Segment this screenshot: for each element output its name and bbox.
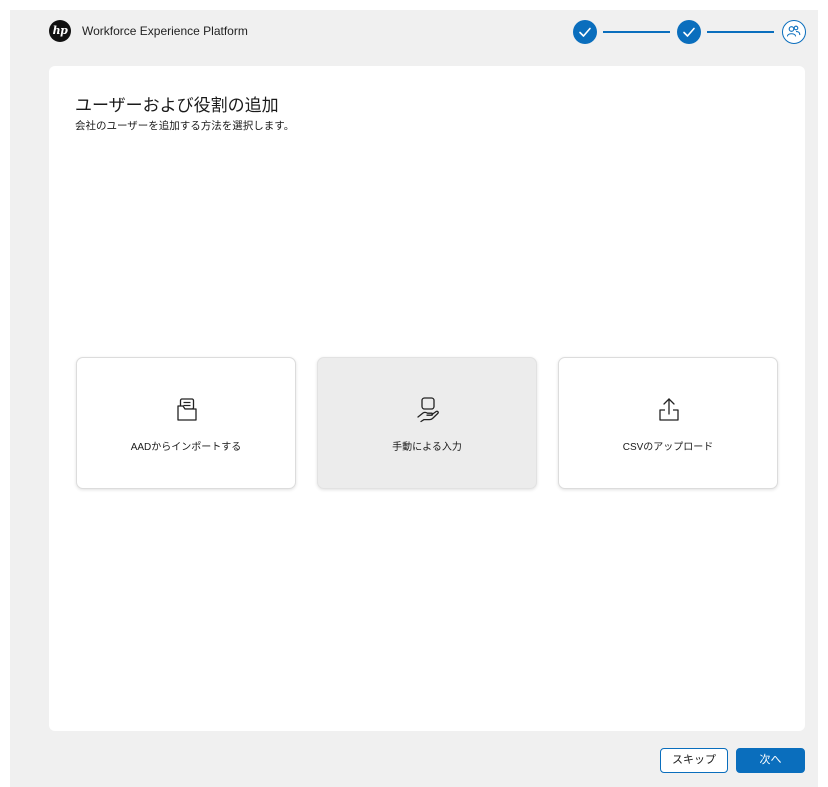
users-icon — [786, 25, 801, 37]
option-label: CSVのアップロード — [622, 442, 714, 453]
main-card: ユーザーおよび役割の追加 会社のユーザーを追加する方法を選択します。 AADから… — [49, 66, 805, 731]
header: hp Workforce Experience Platform — [10, 10, 818, 54]
option-label: 手動による入力 — [392, 442, 462, 453]
step-3-current — [782, 20, 806, 44]
app-frame: hp Workforce Experience Platform ユーザーおよび… — [10, 10, 818, 787]
step-connector — [603, 31, 670, 33]
option-manual-entry[interactable]: 手動による入力 — [317, 357, 537, 489]
progress-stepper — [573, 20, 806, 44]
page-subtitle: 会社のユーザーを追加する方法を選択します。 — [75, 120, 295, 132]
folder-import-icon — [177, 398, 197, 421]
option-csv-upload[interactable]: CSVのアップロード — [558, 357, 778, 489]
hand-input-icon — [417, 397, 439, 423]
option-label: AADからインポートする — [130, 442, 242, 453]
page-title: ユーザーおよび役割の追加 — [75, 96, 279, 115]
app-title: Workforce Experience Platform — [82, 24, 248, 38]
step-1-completed — [573, 20, 597, 44]
step-2-completed — [677, 20, 701, 44]
next-button[interactable]: 次へ — [736, 748, 805, 773]
checkmark-icon — [579, 27, 591, 37]
option-aad-import[interactable]: AADからインポートする — [76, 357, 296, 489]
skip-button[interactable]: スキップ — [660, 748, 728, 773]
checkmark-icon — [683, 27, 695, 37]
hp-logo: hp — [49, 20, 71, 42]
upload-icon — [659, 398, 679, 421]
step-connector — [707, 31, 774, 33]
